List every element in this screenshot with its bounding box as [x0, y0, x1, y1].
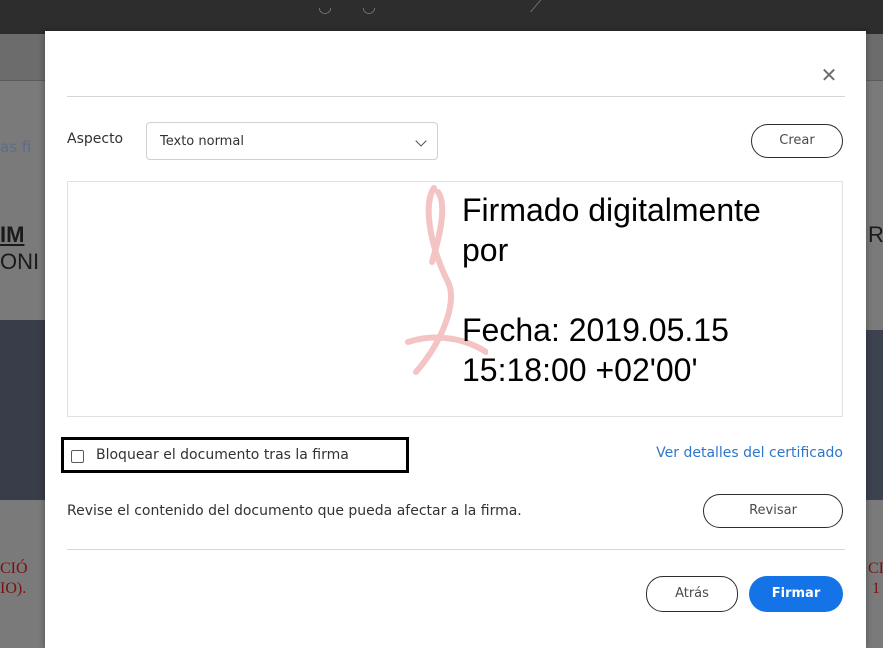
signature-line: Fecha: 2019.05.15 — [462, 312, 729, 348]
sign-button[interactable]: Firmar — [749, 576, 843, 612]
background-text: R — [868, 222, 883, 247]
background-text: IO). — [0, 580, 27, 597]
signature-text: Firmado digitalmente por Fecha: 2019.05.… — [462, 190, 837, 390]
background-text: 1 — [872, 580, 880, 597]
background-text: ONI — [0, 249, 40, 274]
signature-line: Firmado digitalmente — [462, 192, 761, 228]
aspect-dropdown[interactable]: Texto normal — [146, 122, 438, 160]
toolbar-pen-icon: ⟋ — [530, 0, 542, 16]
dialog-title-area — [59, 51, 489, 80]
toolbar-circle-icon: ◡ — [362, 0, 376, 16]
aspect-label: Aspecto — [67, 131, 124, 147]
chevron-down-icon — [415, 135, 427, 147]
toolbar-circle-icon: ◡ — [318, 0, 332, 16]
header-divider — [67, 96, 845, 97]
back-button[interactable]: Atrás — [646, 576, 738, 612]
background-panel-left — [0, 320, 45, 500]
background-text: as fi — [0, 138, 32, 156]
background-text: CIÓ — [0, 560, 28, 577]
close-icon[interactable]: ✕ — [815, 61, 843, 89]
background-text: IM — [0, 222, 25, 247]
review-message: Revise el contenido del documento que pu… — [67, 503, 522, 519]
signature-line: 15:18:00 +02'00' — [462, 352, 698, 388]
aspect-selected-value: Texto normal — [160, 134, 244, 149]
lock-document-label[interactable]: Bloquear el documento tras la firma — [96, 447, 349, 463]
footer-divider — [67, 549, 845, 550]
create-button[interactable]: Crear — [751, 124, 843, 158]
signature-preview: Firmado digitalmente por Fecha: 2019.05.… — [67, 181, 843, 417]
background-toolbar: ◡ ◡ ⟋ — [0, 0, 883, 34]
sign-dialog: ✕ Aspecto Texto normal Crear Firmado dig… — [45, 31, 866, 648]
lock-document-checkbox[interactable] — [71, 450, 84, 463]
certificate-details-link[interactable]: Ver detalles del certificado — [656, 445, 843, 461]
review-button[interactable]: Revisar — [703, 494, 843, 528]
signature-line: por — [462, 232, 509, 268]
lock-document-option[interactable]: Bloquear el documento tras la firma — [61, 437, 409, 473]
background-text: CIA — [868, 560, 883, 577]
